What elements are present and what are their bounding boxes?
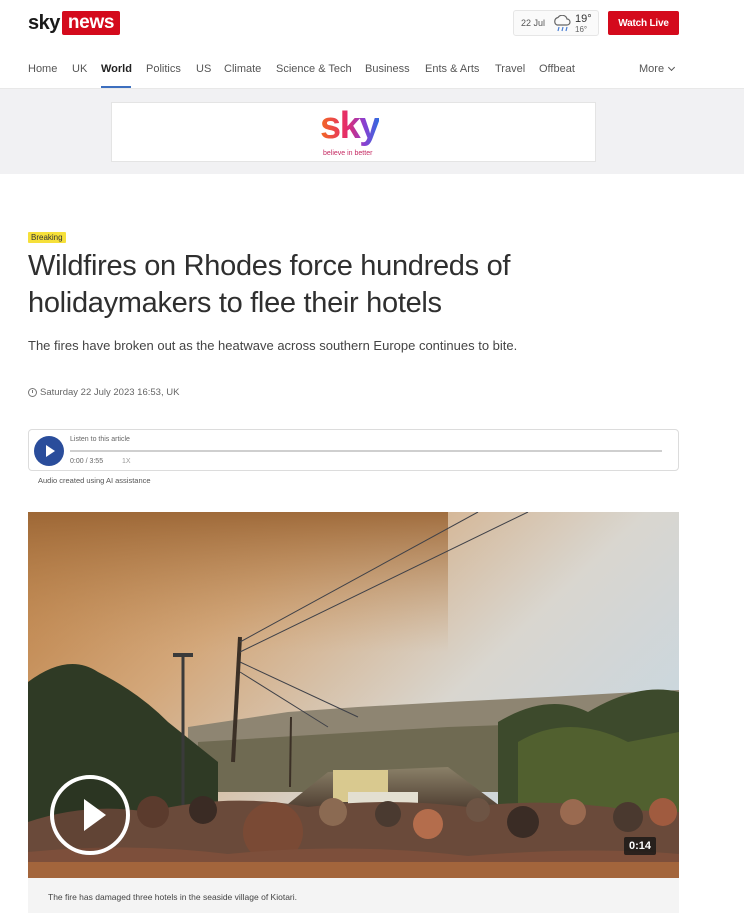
nav-item-world[interactable]: World [101,63,132,75]
audio-speed-button[interactable]: 1X [122,458,131,465]
article-standfirst: The fires have broken out as the heatwav… [28,338,518,353]
nav-active-indicator [101,86,131,88]
nav-item-business[interactable]: Business [365,63,410,75]
video-player[interactable]: 0:14 [28,512,679,878]
nav-item-travel[interactable]: Travel [495,63,525,75]
nav-more-button[interactable]: More [639,63,676,75]
main-nav: Home UK World Politics US Climate Scienc… [0,46,744,89]
nav-item-science-tech[interactable]: Science & Tech [276,63,352,75]
nav-item-us[interactable]: US [196,63,211,75]
rain-cloud-icon [554,15,571,32]
logo-sky-text: sky [28,11,60,34]
nav-item-ents-arts[interactable]: Ents & Arts [425,63,479,75]
audio-ai-note: Audio created using AI assistance [38,476,151,485]
nav-item-offbeat[interactable]: Offbeat [539,63,575,75]
sky-advert[interactable]: sky believe in better [111,102,596,162]
watch-live-button[interactable]: Watch Live [608,11,679,35]
article-timestamp: Saturday 22 July 2023 16:53, UK [28,387,179,398]
nav-item-climate[interactable]: Climate [224,63,261,75]
video-caption: The fire has damaged three hotels in the… [48,892,298,902]
chevron-down-icon [668,63,676,72]
video-caption-bar: The fire has damaged three hotels in the… [28,878,679,913]
video-duration: 0:14 [624,837,657,855]
weather-high: 19° [575,13,592,25]
breaking-badge: Breaking [28,232,66,243]
audio-label: Listen to this article [70,436,130,443]
audio-time: 0:00 / 3:55 [70,458,104,465]
timestamp-text: Saturday 22 July 2023 16:53, UK [40,387,180,398]
nav-item-home[interactable]: Home [28,63,57,75]
video-play-button[interactable] [50,775,130,855]
weather-widget[interactable]: 22 Jul 19° 16° [513,10,599,36]
nav-item-politics[interactable]: Politics [146,63,181,75]
ad-tagline: believe in better [323,150,373,157]
ad-sky-logo: sky [320,105,380,147]
audio-player: Listen to this article 0:00 / 3:55 1X [28,429,679,471]
nav-more-label: More [639,63,665,75]
logo-news-text: news [61,11,121,35]
nav-item-uk[interactable]: UK [72,63,87,75]
article-headline: Wildfires on Rhodes force hundreds of ho… [28,250,511,319]
advert-band: sky believe in better [0,89,744,174]
sky-news-logo[interactable]: sky news [28,10,121,36]
weather-low: 16° [575,25,588,34]
audio-play-button[interactable] [34,436,64,466]
weather-date: 22 Jul [521,18,546,28]
clock-icon [28,388,37,397]
audio-progress-track[interactable] [70,450,662,452]
site-header: sky news 22 Jul 19° 16° Watch Live [0,0,744,46]
